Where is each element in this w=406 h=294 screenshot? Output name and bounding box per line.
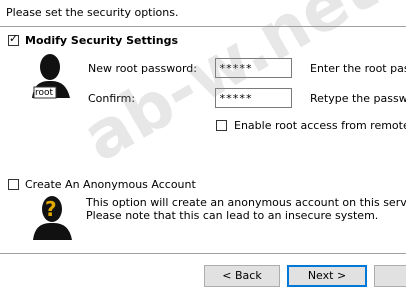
back-button[interactable]: < Back	[204, 265, 280, 287]
anonymous-account-label: Create An Anonymous Account	[25, 178, 196, 191]
anonymous-account-checkbox[interactable]	[8, 179, 19, 190]
question-mark-icon: ?	[45, 197, 57, 221]
anonymous-description-line1: This option will create an anonymous acc…	[86, 196, 406, 209]
footer-divider	[0, 253, 406, 254]
new-password-hint: Enter the root pass	[310, 62, 406, 75]
anonymous-description-line2: Please note that this can lead to an ins…	[86, 209, 379, 222]
remote-root-label: Enable root access from remote m	[234, 119, 406, 132]
next-button[interactable]: Next >	[287, 265, 367, 287]
cancel-button-partial[interactable]	[374, 265, 406, 287]
root-badge-label: root	[35, 88, 54, 98]
remote-root-checkbox[interactable]	[216, 120, 227, 131]
instruction-text: Please set the security options.	[6, 6, 179, 19]
modify-security-label: Modify Security Settings	[25, 34, 179, 47]
confirm-password-hint: Retype the passwo	[310, 92, 406, 105]
modify-security-checkbox[interactable]: ✓	[8, 32, 19, 46]
checkmark-icon: ✓	[9, 32, 19, 45]
